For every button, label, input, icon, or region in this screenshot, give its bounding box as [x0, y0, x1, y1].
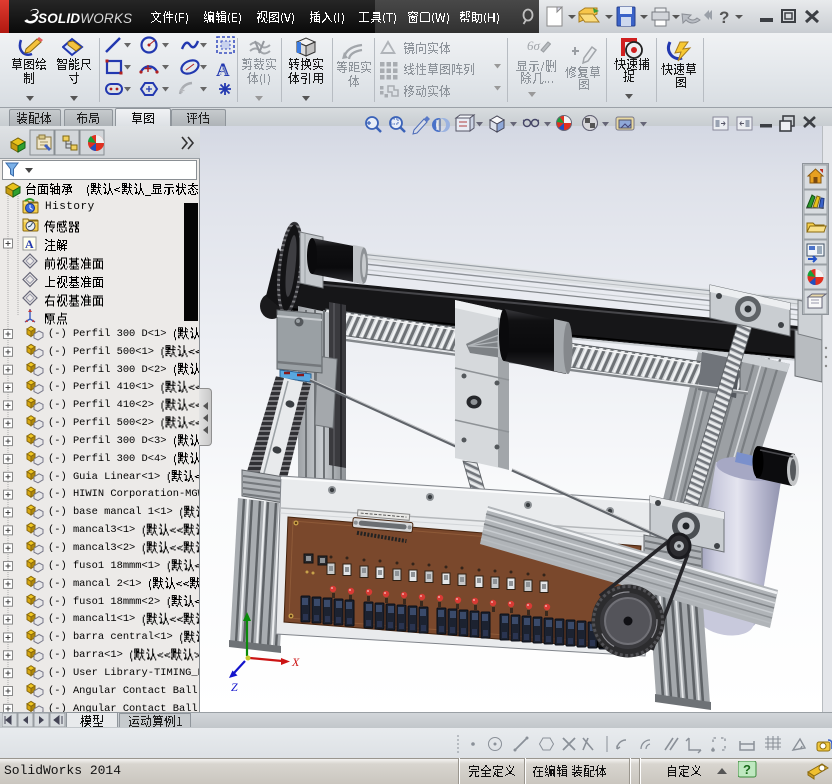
svg-text:A: A: [219, 63, 229, 78]
svg-text:6σ: 6σ: [527, 38, 541, 53]
svg-text:?: ?: [719, 8, 729, 27]
svg-text:SOLIDWORKS: SOLIDWORKS: [38, 11, 132, 26]
svg-text:?: ?: [743, 762, 751, 777]
svg-text:Z: Z: [231, 680, 238, 694]
svg-text:X: X: [291, 655, 300, 669]
